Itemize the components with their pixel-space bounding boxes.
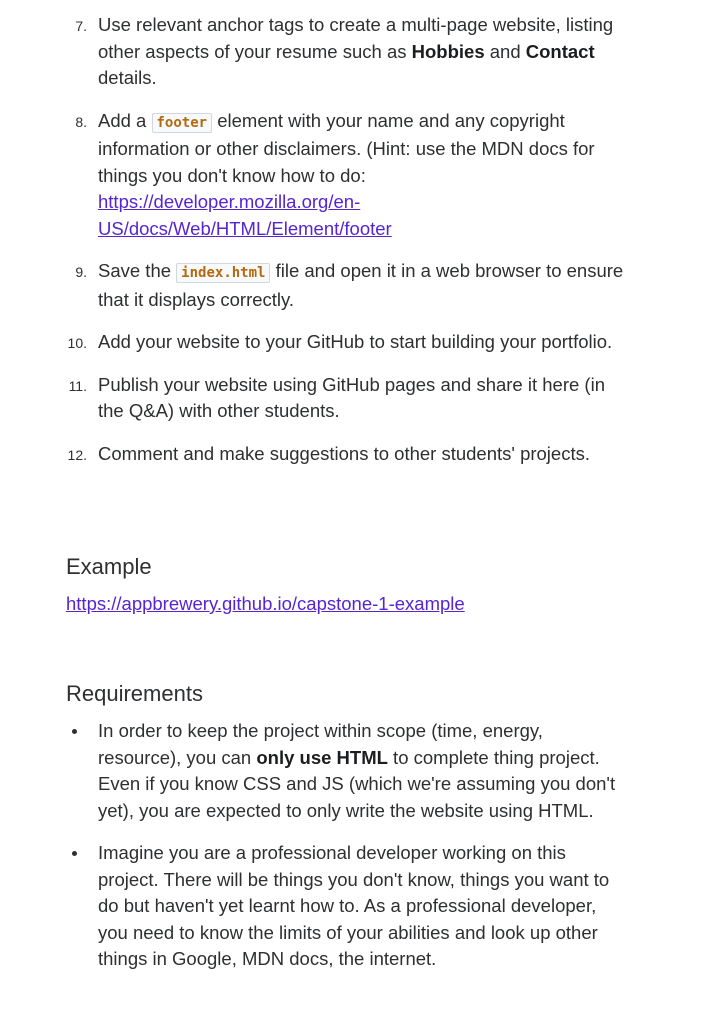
inline-code-footer: footer bbox=[151, 112, 213, 133]
list-item: In order to keep the project within scop… bbox=[66, 718, 626, 824]
inline-code-index: index.html bbox=[176, 263, 271, 283]
step-text: Add your website to your GitHub to start… bbox=[98, 331, 613, 352]
bullet-icon bbox=[72, 851, 77, 856]
step-text: Publish your website using GitHub pages … bbox=[98, 373, 605, 422]
lecture-content: 7. Use relevant anchor tags to create a m… bbox=[66, 0, 626, 969]
list-item: 7. Use relevant anchor tags to create a m… bbox=[66, 12, 626, 92]
bold-hobbies: Hobbies bbox=[411, 40, 485, 62]
step-number: 8. bbox=[75, 113, 87, 130]
list-item: 11. Publish your website using GitHub pag… bbox=[66, 372, 626, 425]
example-link[interactable]: https://appbrewery.github.io/capstone-1-… bbox=[66, 593, 465, 614]
step-text: Add a bbox=[98, 109, 152, 131]
mdn-footer-link[interactable]: https://developer.mozilla.org/en-US/docs… bbox=[98, 191, 392, 239]
bold-only-html: only use HTML bbox=[256, 746, 388, 768]
step-number: 10. bbox=[67, 335, 87, 351]
step-text: Save the bbox=[98, 260, 177, 281]
step-text: and bbox=[484, 40, 526, 62]
example-link-container: https://appbrewery.github.io/capstone-1-… bbox=[66, 591, 465, 617]
list-item: 10. Add your website to your GitHub to st… bbox=[66, 329, 626, 356]
step-number: 12. bbox=[67, 446, 87, 463]
list-item: 9. Save the index.html file and open it i… bbox=[66, 258, 626, 313]
req-text: Imagine you are a professional developer… bbox=[98, 842, 610, 969]
step-text: Comment and make suggestions to other st… bbox=[98, 442, 590, 464]
requirements-heading: Requirements bbox=[66, 681, 203, 706]
step-text: details. bbox=[98, 67, 157, 88]
steps-list: 7. Use relevant anchor tags to create a m… bbox=[66, 0, 626, 467]
step-number: 11. bbox=[68, 377, 87, 394]
bold-contact: Contact bbox=[525, 40, 595, 62]
requirements-list: In order to keep the project within scop… bbox=[66, 718, 626, 989]
list-item: Imagine you are a professional developer… bbox=[66, 840, 626, 973]
list-item: 8. Add a footer element with your name an… bbox=[66, 108, 626, 243]
step-number: 9. bbox=[75, 264, 87, 280]
example-heading: Example bbox=[66, 554, 152, 579]
list-item: 12. Comment and make suggestions to other… bbox=[66, 441, 626, 468]
bullet-icon bbox=[72, 729, 77, 734]
step-number: 7. bbox=[75, 18, 87, 34]
